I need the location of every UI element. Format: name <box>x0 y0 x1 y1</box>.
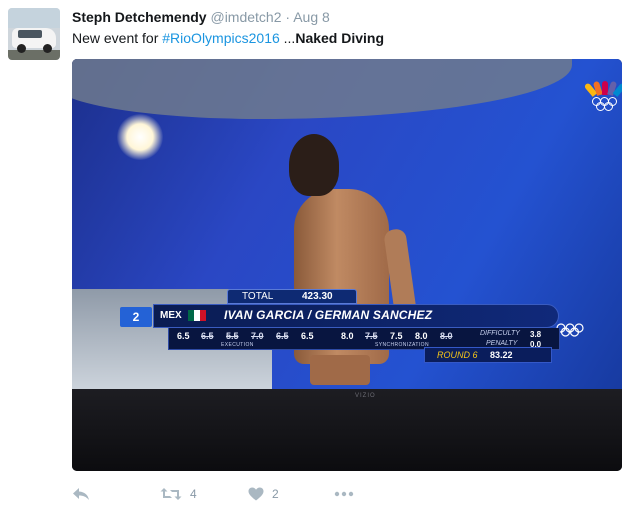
more-button[interactable] <box>334 484 354 504</box>
tweet-header: Steph Detchemendy @imdetch2 · Aug 8 <box>72 8 330 26</box>
tv-brand-label: VIZIO <box>355 393 376 399</box>
synchronization-score-dropped: 8.0 <box>440 331 453 341</box>
retweet-icon <box>160 488 182 500</box>
separator-dot: · <box>285 9 291 25</box>
execution-score: 6.5 <box>177 331 190 341</box>
reply-icon <box>73 488 89 500</box>
difficulty-label: DIFFICULTY <box>480 330 520 337</box>
diver-head <box>289 134 339 196</box>
reply-button[interactable] <box>72 484 90 504</box>
execution-score-dropped: 6.5 <box>276 331 289 341</box>
difficulty-value: 3.8 <box>530 330 542 339</box>
hashtag-link[interactable]: #RioOlympics2016 <box>162 30 280 46</box>
stadium-light <box>117 114 163 160</box>
round-box: ROUND 6 83.22 <box>424 347 552 363</box>
synchronization-score: 7.5 <box>390 331 403 341</box>
penalty-label: PENALTY <box>486 340 518 347</box>
olympic-rings-icon <box>556 323 584 337</box>
athlete-names: IVAN GARCIA / GERMAN SANCHEZ <box>224 308 433 322</box>
round-label: ROUND 6 <box>437 350 478 360</box>
country-code: MEX <box>160 310 182 321</box>
tweet-text-bold: Naked Diving <box>295 30 385 46</box>
avatar-wheel <box>43 44 52 53</box>
tweet-text: New event for #RioOlympics2016 ...Naked … <box>72 29 384 47</box>
tweet-text-prefix: New event for <box>72 30 163 46</box>
like-button[interactable]: 2 <box>248 484 279 504</box>
tweet-card: Steph Detchemendy @imdetch2 · Aug 8 New … <box>0 0 634 510</box>
avatar-car-window <box>18 30 42 38</box>
tweet-text-suffix: ... <box>279 30 296 46</box>
total-label: TOTAL <box>242 291 274 302</box>
synchronization-caption: SYNCHRONIZATION <box>375 342 429 348</box>
avatar-wheel <box>17 44 26 53</box>
execution-caption: EXECUTION <box>221 342 254 348</box>
synchronization-score: 8.0 <box>415 331 428 341</box>
tweet-actions: 4 2 <box>72 484 432 504</box>
execution-score-dropped: 5.5 <box>226 331 239 341</box>
mexico-flag-icon <box>188 310 206 321</box>
synchronization-score: 8.0 <box>341 331 354 341</box>
rank-badge: 2 <box>120 307 152 327</box>
scoreboard-graphic: TOTAL 423.30 2 MEX IVAN GARCIA / GERMAN … <box>120 289 592 365</box>
avatar-ground <box>8 50 60 60</box>
nbc-peacock-icon <box>583 79 622 115</box>
total-value: 423.30 <box>302 291 333 302</box>
display-name[interactable]: Steph Detchemendy <box>72 9 207 25</box>
retweet-button[interactable]: 4 <box>160 484 197 504</box>
heart-icon <box>248 487 264 501</box>
total-box: TOTAL 423.30 <box>227 289 357 304</box>
avatar[interactable] <box>8 8 60 60</box>
retweet-count: 4 <box>190 487 197 501</box>
tweet-photo[interactable]: TOTAL 423.30 2 MEX IVAN GARCIA / GERMAN … <box>72 59 622 471</box>
tweet-timestamp[interactable]: Aug 8 <box>293 9 330 25</box>
avatar-sky <box>8 8 60 28</box>
athlete-bar: MEX IVAN GARCIA / GERMAN SANCHEZ <box>153 304 584 337</box>
user-handle[interactable]: @imdetch2 <box>210 9 281 25</box>
synchronization-score-dropped: 7.5 <box>365 331 378 341</box>
execution-score-dropped: 7.0 <box>251 331 264 341</box>
more-icon <box>334 491 354 497</box>
execution-score-dropped: 6.5 <box>201 331 214 341</box>
execution-score: 6.5 <box>301 331 314 341</box>
like-count: 2 <box>272 487 279 501</box>
round-score: 83.22 <box>490 350 513 360</box>
tv-bezel <box>72 389 622 471</box>
